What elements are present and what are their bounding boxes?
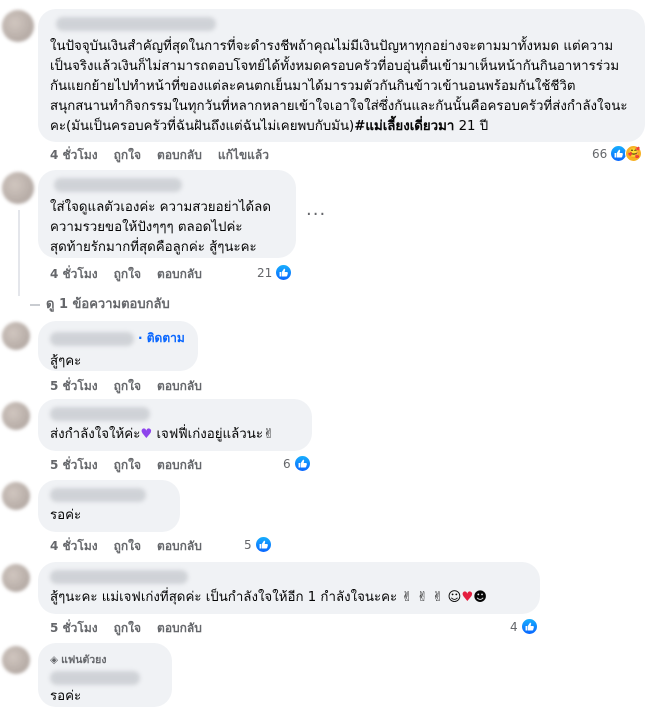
purple-heart-icon: ♥ [140, 427, 153, 442]
reaction-summary[interactable]: 66 🥰 [592, 145, 643, 162]
avatar[interactable] [2, 172, 34, 204]
reply-text: รอค่ะ [50, 508, 82, 523]
like-button[interactable]: ถูกใจ [114, 456, 141, 475]
like-button[interactable]: ถูกใจ [114, 146, 141, 165]
commenter-name[interactable] [54, 178, 182, 192]
reply-bubble: สู้ๆนะคะ แม่เจฟเก่งที่สุดค่ะ เป็นกำลังใจ… [38, 562, 540, 614]
reply-bubble: รอค่ะ [38, 480, 180, 532]
timestamp[interactable]: 4 ชั่วโมง [50, 265, 98, 284]
timestamp[interactable]: 4 ชั่วโมง [50, 537, 98, 556]
edited-label: แก้ไขแล้ว [217, 148, 269, 162]
comment-text: ในปัจจุบันเงินสำคัญที่สุดในการที่จะดำรงช… [50, 39, 628, 134]
avatar[interactable] [2, 402, 30, 430]
reaction-count: 5 [244, 537, 252, 552]
like-button[interactable]: ถูกใจ [114, 619, 141, 638]
commenter-name[interactable] [50, 570, 188, 584]
reply-bubble: · ติดตาม สู้ๆคะ [38, 321, 198, 371]
reaction-count: 21 [257, 265, 273, 280]
view-replies-link[interactable]: ดู 1 ข้อความตอบกลับ [30, 293, 170, 314]
like-button[interactable]: ถูกใจ [114, 537, 141, 556]
diamond-icon: ◈ [50, 653, 59, 666]
emoji-icons: ✌ ✌ ✌ ☺♥☻ [401, 590, 488, 605]
avatar[interactable] [2, 322, 30, 350]
reply-connector [30, 303, 40, 306]
reply-actions: 5 ชั่วโมง ถูกใจ ตอบกลับ [50, 377, 202, 396]
like-icon [254, 536, 272, 553]
like-button[interactable]: ถูกใจ [114, 377, 141, 396]
hashtag-link[interactable]: #แม่เลี้ยงเดี่ยวมา [354, 119, 454, 134]
commenter-name[interactable] [50, 488, 146, 502]
like-button[interactable]: ถูกใจ [114, 265, 141, 284]
commenter-name[interactable] [50, 671, 140, 685]
reply-text: ส่งกำลังใจให้ค่ะ♥ เจฟฟี่เก่งอยู่แล้วนะ✌ [50, 427, 275, 442]
reply-button[interactable]: ตอบกลับ [157, 456, 202, 475]
reply-button[interactable]: ตอบกลับ [157, 146, 202, 165]
commenter-name[interactable] [50, 407, 150, 421]
reaction-count: 4 [510, 619, 518, 634]
reply-button[interactable]: ตอบกลับ [157, 377, 202, 396]
reply-button[interactable]: ตอบกลับ [157, 619, 202, 638]
follow-button[interactable]: · ติดตาม [138, 329, 185, 348]
thread-line [18, 210, 20, 296]
timestamp[interactable]: 5 ชั่วโมง [50, 377, 98, 396]
timestamp[interactable]: 4 ชั่วโมง [50, 146, 98, 165]
comment-actions: 4 ชั่วโมง ถูกใจ ตอบกลับ [50, 265, 202, 284]
reply-button[interactable]: ตอบกลับ [157, 265, 202, 284]
like-icon [275, 264, 293, 281]
timestamp[interactable]: 5 ชั่วโมง [50, 619, 98, 638]
avatar[interactable] [2, 10, 34, 42]
avatar[interactable] [2, 564, 30, 592]
reply-text: สู้ๆนะคะ แม่เจฟเก่งที่สุดค่ะ เป็นกำลังใจ… [50, 590, 488, 605]
comment-text: ใส่ใจดูแลตัวเองค่ะ ความสวยอย่าได้ลด ความ… [50, 200, 271, 255]
reply-text: สู้ๆคะ [50, 354, 82, 369]
reply-bubble: ส่งกำลังใจให้ค่ะ♥ เจฟฟี่เก่งอยู่แล้วนะ✌ [38, 399, 312, 451]
commenter-name[interactable] [56, 17, 216, 31]
comment-bubble: ใส่ใจดูแลตัวเองค่ะ ความสวยอย่าได้ลด ความ… [38, 170, 296, 258]
reply-bubble: ◈ แฟนตัวยง รอค่ะ [38, 643, 172, 707]
reaction-summary[interactable]: 4 [510, 618, 538, 635]
reaction-summary[interactable]: 21 [257, 264, 293, 281]
reaction-summary[interactable]: 5 [244, 536, 272, 553]
avatar[interactable] [2, 646, 30, 674]
reply-actions: 5 ชั่วโมง ถูกใจ ตอบกลับ [50, 619, 202, 638]
like-icon [520, 618, 538, 635]
reaction-summary[interactable]: 6 [283, 455, 311, 472]
reply-text: รอค่ะ [50, 689, 82, 704]
victory-hand-icon: ✌ [262, 427, 275, 442]
like-icon [293, 455, 311, 472]
reaction-count: 6 [283, 456, 291, 471]
more-options-icon[interactable]: ··· [306, 204, 326, 225]
view-replies-label: ดู 1 ข้อความตอบกลับ [46, 297, 170, 312]
commenter-name[interactable] [50, 331, 134, 346]
comment-bubble: ในปัจจุบันเงินสำคัญที่สุดในการที่จะดำรงช… [38, 9, 645, 142]
reply-actions: 4 ชั่วโมง ถูกใจ ตอบกลับ [50, 537, 202, 556]
reply-button[interactable]: ตอบกลับ [157, 537, 202, 556]
avatar[interactable] [2, 482, 30, 510]
comment-actions: 4 ชั่วโมง ถูกใจ ตอบกลับ แก้ไขแล้ว [50, 146, 269, 165]
top-fan-badge: ◈ แฟนตัวยง [50, 653, 107, 667]
timestamp[interactable]: 5 ชั่วโมง [50, 456, 98, 475]
care-icon: 🥰 [625, 145, 643, 162]
reaction-count: 66 [592, 146, 608, 161]
reply-actions: 5 ชั่วโมง ถูกใจ ตอบกลับ [50, 456, 202, 475]
